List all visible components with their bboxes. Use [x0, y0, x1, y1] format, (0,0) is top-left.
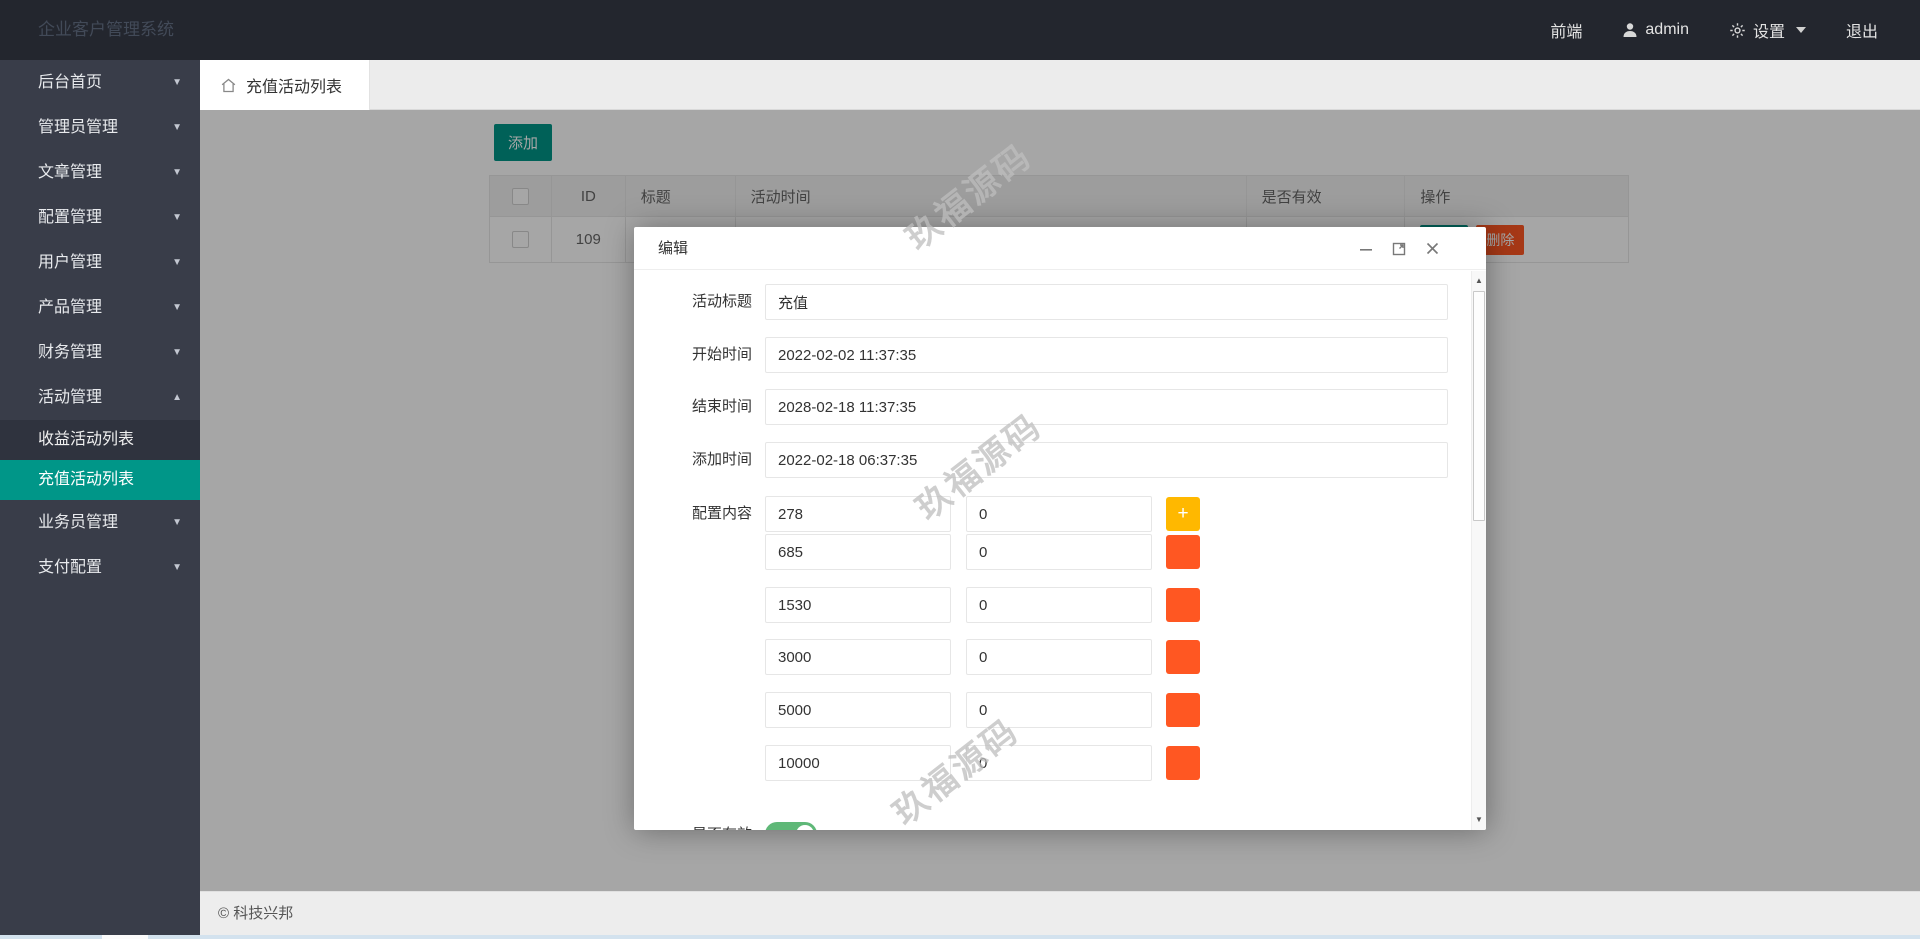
- sidebar-item-recharge-activity-list[interactable]: 充值活动列表: [0, 460, 200, 500]
- sidebar-item-admins[interactable]: 管理员管理▼: [0, 105, 200, 150]
- field-label-title: 活动标题: [664, 284, 752, 320]
- start-time-input[interactable]: [765, 337, 1448, 373]
- sidebar-item-finance[interactable]: 财务管理▼: [0, 330, 200, 375]
- dialog-header: 编辑: [634, 227, 1486, 270]
- field-label-end-time: 结束时间: [664, 389, 752, 425]
- config-bonus-input[interactable]: [966, 639, 1152, 675]
- dialog-title: 编辑: [658, 240, 688, 257]
- config-remove-row-button[interactable]: [1166, 535, 1200, 569]
- chevron-down-icon: [1796, 27, 1806, 33]
- scroll-thumb[interactable]: [1473, 291, 1485, 521]
- switch-knob: [796, 825, 814, 830]
- frontend-link[interactable]: 前端: [1550, 18, 1582, 42]
- chevron-down-icon: ▼: [172, 195, 182, 240]
- tab-recharge-activity-list[interactable]: 充值活动列表: [200, 60, 370, 110]
- tab-bar: 充值活动列表: [200, 60, 1920, 110]
- config-amount-input[interactable]: [765, 496, 951, 532]
- field-label-add-time: 添加时间: [664, 442, 752, 478]
- valid-switch[interactable]: [765, 822, 817, 830]
- sidebar: 后台首页▼ 管理员管理▼ 文章管理▼ 配置管理▼ 用户管理▼ 产品管理▼ 财务管…: [0, 60, 200, 935]
- config-bonus-input[interactable]: [966, 496, 1152, 532]
- sidebar-item-activities[interactable]: 活动管理▲: [0, 375, 200, 420]
- add-time-input[interactable]: [765, 442, 1448, 478]
- end-time-input[interactable]: [765, 389, 1448, 425]
- scroll-down-icon[interactable]: ▼: [1472, 812, 1486, 828]
- topbar: 企业客户管理系统 前端 admin 设置 退出: [0, 0, 1920, 60]
- chevron-down-icon: ▼: [172, 240, 182, 285]
- user-menu[interactable]: admin: [1622, 21, 1689, 39]
- settings-label: 设置: [1753, 18, 1785, 42]
- config-bonus-input[interactable]: [966, 587, 1152, 623]
- field-label-valid: 是否有效: [664, 823, 752, 830]
- edit-dialog: 编辑 活动标题 开始时间 结束时间 添加时间 配置内容 +: [634, 227, 1486, 830]
- config-add-row-button[interactable]: +: [1166, 497, 1200, 531]
- chevron-up-icon: ▲: [172, 375, 182, 420]
- activity-title-input[interactable]: [765, 284, 1448, 320]
- sidebar-item-config[interactable]: 配置管理▼: [0, 195, 200, 240]
- config-amount-input[interactable]: [765, 692, 951, 728]
- close-icon[interactable]: [1424, 241, 1440, 257]
- horizontal-scrollbar[interactable]: [0, 935, 1920, 939]
- sidebar-item-income-activity-list[interactable]: 收益活动列表: [0, 420, 200, 460]
- footer: © 科技兴邦: [200, 891, 1920, 935]
- dialog-scrollbar[interactable]: ▲ ▼: [1471, 271, 1486, 830]
- chevron-down-icon: ▼: [172, 545, 182, 590]
- chevron-down-icon: ▼: [172, 150, 182, 195]
- config-bonus-input[interactable]: [966, 534, 1152, 570]
- config-bonus-input[interactable]: [966, 692, 1152, 728]
- sidebar-item-products[interactable]: 产品管理▼: [0, 285, 200, 330]
- sidebar-item-articles[interactable]: 文章管理▼: [0, 150, 200, 195]
- horizontal-scroll-thumb[interactable]: [102, 935, 148, 939]
- tab-label: 充值活动列表: [246, 73, 342, 97]
- logout-link[interactable]: 退出: [1846, 18, 1878, 42]
- sidebar-item-users[interactable]: 用户管理▼: [0, 240, 200, 285]
- chevron-down-icon: ▼: [172, 105, 182, 150]
- chevron-down-icon: ▼: [172, 330, 182, 375]
- config-bonus-input[interactable]: [966, 745, 1152, 781]
- user-icon: [1622, 22, 1638, 38]
- config-remove-row-button[interactable]: [1166, 746, 1200, 780]
- sidebar-item-payment-config[interactable]: 支付配置▼: [0, 545, 200, 590]
- chevron-down-icon: ▼: [172, 500, 182, 545]
- config-remove-row-button[interactable]: [1166, 640, 1200, 674]
- topbar-menu: 前端 admin 设置 退出: [1550, 0, 1878, 60]
- config-remove-row-button[interactable]: [1166, 588, 1200, 622]
- app-title: 企业客户管理系统: [38, 0, 174, 60]
- username-label: admin: [1645, 21, 1689, 39]
- settings-menu[interactable]: 设置: [1729, 18, 1806, 42]
- home-icon: [220, 77, 237, 94]
- config-amount-input[interactable]: [765, 534, 951, 570]
- field-label-start-time: 开始时间: [664, 337, 752, 373]
- chevron-down-icon: ▼: [172, 285, 182, 330]
- gear-icon: [1729, 22, 1746, 39]
- config-remove-row-button[interactable]: [1166, 693, 1200, 727]
- sidebar-item-salesmen[interactable]: 业务员管理▼: [0, 500, 200, 545]
- chevron-down-icon: ▼: [172, 60, 182, 105]
- config-amount-input[interactable]: [765, 587, 951, 623]
- config-amount-input[interactable]: [765, 745, 951, 781]
- field-label-config: 配置内容: [664, 496, 752, 532]
- sidebar-item-home[interactable]: 后台首页▼: [0, 60, 200, 105]
- minimize-icon[interactable]: [1358, 241, 1374, 257]
- config-amount-input[interactable]: [765, 639, 951, 675]
- copyright-text: © 科技兴邦: [218, 905, 293, 922]
- maximize-icon[interactable]: [1391, 241, 1407, 257]
- scroll-up-icon[interactable]: ▲: [1472, 273, 1486, 289]
